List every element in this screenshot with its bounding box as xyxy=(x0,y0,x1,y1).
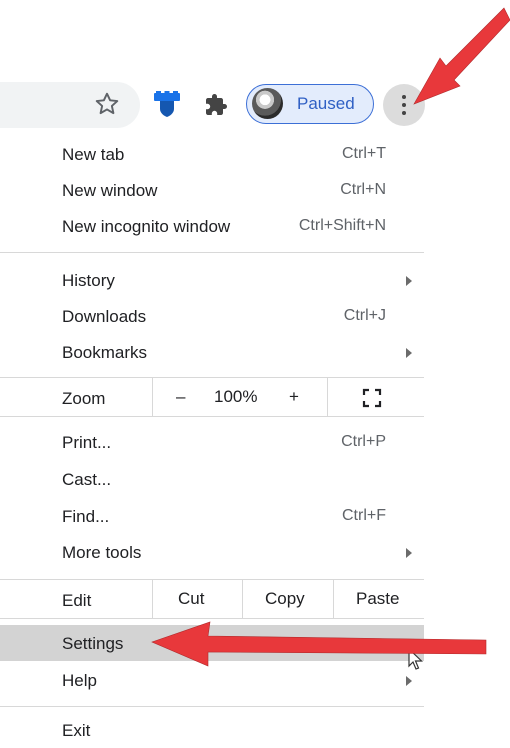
menu-item-label: New incognito window xyxy=(62,217,231,236)
menu-item-label: Find... xyxy=(62,507,110,526)
menu-item-shortcut: Ctrl+P xyxy=(341,433,386,450)
zoom-out-button[interactable]: – xyxy=(176,387,185,407)
menu-item-label: Cast... xyxy=(62,470,112,489)
menu-item-label: New tab xyxy=(62,145,125,164)
edit-label: Edit xyxy=(62,591,92,610)
zoom-level: 100% xyxy=(214,387,258,406)
divider xyxy=(152,378,153,416)
profile-status-label: Paused xyxy=(297,94,355,113)
submenu-arrow-icon xyxy=(406,348,412,358)
menu-item-new-tab[interactable]: New tab Ctrl+T xyxy=(0,136,424,172)
divider xyxy=(152,580,153,618)
menu-item-shortcut: Ctrl+Shift+N xyxy=(298,217,386,234)
menu-item-label: History xyxy=(62,271,115,290)
menu-item-label: More tools xyxy=(62,543,142,562)
menu-item-new-window[interactable]: New window Ctrl+N xyxy=(0,172,424,208)
paste-button[interactable]: Paste xyxy=(356,589,399,609)
menu-item-cast[interactable]: Cast... xyxy=(0,461,424,497)
menu-item-label: Print... xyxy=(62,433,112,452)
divider xyxy=(327,378,328,416)
menu-item-shortcut: Ctrl+F xyxy=(342,507,386,524)
divider xyxy=(242,580,243,618)
edit-row: Edit Cut Copy Paste xyxy=(0,580,424,618)
menu-item-shortcut: Ctrl+N xyxy=(340,181,386,198)
annotation-arrow-to-settings xyxy=(151,621,487,667)
menu-item-exit[interactable]: Exit xyxy=(0,712,424,748)
submenu-arrow-icon xyxy=(406,276,412,286)
menu-item-downloads[interactable]: Downloads Ctrl+J xyxy=(0,298,424,334)
menu-item-label: Exit xyxy=(62,721,91,740)
menu-item-bookmarks[interactable]: Bookmarks xyxy=(0,334,424,370)
menu-separator xyxy=(0,416,424,417)
menu-item-more-tools[interactable]: More tools xyxy=(0,534,424,570)
submenu-arrow-icon xyxy=(406,676,412,686)
copy-button[interactable]: Copy xyxy=(265,589,305,609)
menu-item-label: Downloads xyxy=(62,307,147,326)
zoom-label: Zoom xyxy=(62,389,106,408)
menu-item-history[interactable]: History xyxy=(0,262,424,298)
browser-toolbar: Paused xyxy=(0,80,430,130)
zoom-row: Zoom – 100% + xyxy=(0,378,424,416)
menu-item-label: Bookmarks xyxy=(62,343,148,362)
profile-chip[interactable]: Paused xyxy=(246,84,374,124)
zoom-in-button[interactable]: + xyxy=(289,387,299,407)
divider xyxy=(333,580,334,618)
fullscreen-icon[interactable] xyxy=(362,388,382,408)
extension-shield-icon[interactable] xyxy=(152,89,182,119)
menu-separator xyxy=(0,706,424,707)
menu-item-shortcut: Ctrl+T xyxy=(342,145,386,162)
menu-item-label: Settings xyxy=(62,634,124,653)
submenu-arrow-icon xyxy=(406,548,412,558)
menu-item-label: New window xyxy=(62,181,158,200)
menu-item-print[interactable]: Print... Ctrl+P xyxy=(0,424,424,460)
bookmark-star-icon[interactable] xyxy=(94,91,120,117)
menu-separator xyxy=(0,252,424,253)
cut-button[interactable]: Cut xyxy=(178,589,204,609)
menu-item-shortcut: Ctrl+J xyxy=(343,307,386,324)
extensions-puzzle-icon[interactable] xyxy=(204,93,228,117)
avatar xyxy=(252,88,283,119)
menu-item-label: Help xyxy=(62,671,97,690)
annotation-arrow-to-menu-button xyxy=(413,7,510,105)
menu-item-new-incognito-window[interactable]: New incognito window Ctrl+Shift+N xyxy=(0,208,424,244)
menu-item-find[interactable]: Find... Ctrl+F xyxy=(0,498,424,534)
